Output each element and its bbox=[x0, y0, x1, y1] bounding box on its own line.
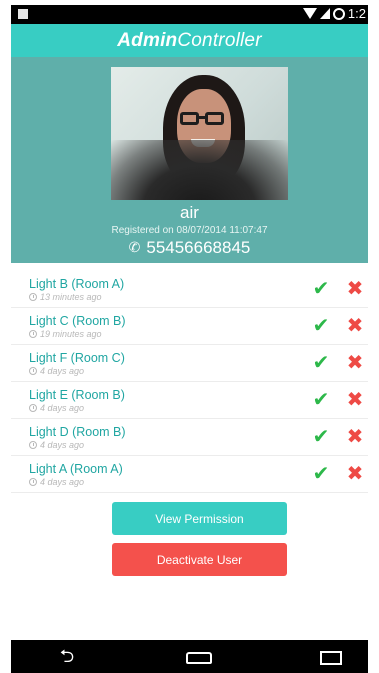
notification-icon bbox=[18, 9, 28, 19]
app-title: AdminController bbox=[117, 30, 261, 52]
app-title-bold: Admin bbox=[117, 29, 178, 51]
wifi-icon bbox=[302, 8, 317, 19]
request-time: 4 days ago bbox=[29, 366, 84, 376]
request-title: Light D (Room B) bbox=[29, 425, 126, 439]
request-list: Light B (Room A) 13 minutes ago ✔ ✖ Ligh… bbox=[11, 271, 368, 493]
app-bar: AdminController bbox=[11, 24, 368, 57]
recent-apps-icon[interactable] bbox=[320, 651, 342, 665]
request-time-label: 13 minutes ago bbox=[40, 292, 102, 302]
deny-close-icon[interactable]: ✖ bbox=[345, 426, 365, 446]
signal-icon bbox=[319, 8, 330, 19]
request-time: 19 minutes ago bbox=[29, 329, 102, 339]
request-time-label: 19 minutes ago bbox=[40, 329, 102, 339]
back-icon[interactable]: ⮌ bbox=[55, 648, 79, 666]
approve-checkmark-icon[interactable]: ✔ bbox=[311, 389, 331, 409]
deny-close-icon[interactable]: ✖ bbox=[345, 389, 365, 409]
deactivate-user-button[interactable]: Deactivate User bbox=[112, 543, 287, 576]
user-name: air bbox=[180, 203, 199, 222]
approve-checkmark-icon[interactable]: ✔ bbox=[311, 426, 331, 446]
phone-number: 55456668845 bbox=[146, 238, 251, 257]
request-time: 13 minutes ago bbox=[29, 292, 102, 302]
request-time-label: 4 days ago bbox=[40, 477, 85, 487]
request-title: Light A (Room A) bbox=[29, 462, 123, 476]
clock-icon bbox=[29, 367, 37, 375]
request-time: 4 days ago bbox=[29, 440, 84, 450]
list-item: Light D (Room B) 4 days ago ✔ ✖ bbox=[11, 419, 368, 456]
approve-checkmark-icon[interactable]: ✔ bbox=[311, 315, 331, 335]
frame-right bbox=[368, 0, 379, 673]
clock-icon bbox=[29, 293, 37, 301]
status-bar: 1:2 bbox=[11, 5, 368, 24]
deny-close-icon[interactable]: ✖ bbox=[345, 352, 365, 372]
request-time-label: 4 days ago bbox=[40, 440, 85, 450]
list-item: Light F (Room C) 4 days ago ✔ ✖ bbox=[11, 345, 368, 382]
user-photo bbox=[111, 67, 288, 200]
profile-header: air Registered on 08/07/2014 11:07:47 ✆ … bbox=[11, 57, 368, 263]
list-item: Light B (Room A) 13 minutes ago ✔ ✖ bbox=[11, 271, 368, 308]
registration-date: Registered on 08/07/2014 11:07:47 bbox=[111, 225, 268, 236]
battery-icon bbox=[332, 7, 345, 20]
list-item: Light E (Room B) 4 days ago ✔ ✖ bbox=[11, 382, 368, 419]
clock-icon bbox=[29, 404, 37, 412]
request-time: 4 days ago bbox=[29, 477, 84, 487]
clock-icon bbox=[29, 330, 37, 338]
deny-close-icon[interactable]: ✖ bbox=[345, 278, 365, 298]
frame-left bbox=[0, 0, 11, 673]
request-title: Light C (Room B) bbox=[29, 314, 126, 328]
home-icon[interactable] bbox=[186, 652, 212, 664]
phone-icon: ✆ bbox=[128, 240, 141, 256]
status-time: 1:2 bbox=[347, 6, 366, 21]
request-title: Light B (Room A) bbox=[29, 277, 125, 291]
clock-icon bbox=[29, 478, 37, 486]
system-nav-bar: ⮌ bbox=[11, 640, 368, 673]
approve-checkmark-icon[interactable]: ✔ bbox=[311, 352, 331, 372]
deny-close-icon[interactable]: ✖ bbox=[345, 315, 365, 335]
app-title-regular: Controller bbox=[177, 29, 262, 51]
deny-close-icon[interactable]: ✖ bbox=[345, 463, 365, 483]
request-time-label: 4 days ago bbox=[40, 403, 85, 413]
clock-icon bbox=[29, 441, 37, 449]
list-item: Light A (Room A) 4 days ago ✔ ✖ bbox=[11, 456, 368, 493]
approve-checkmark-icon[interactable]: ✔ bbox=[311, 278, 331, 298]
view-permission-button[interactable]: View Permission bbox=[112, 502, 287, 535]
approve-checkmark-icon[interactable]: ✔ bbox=[311, 463, 331, 483]
request-time: 4 days ago bbox=[29, 403, 84, 413]
request-time-label: 4 days ago bbox=[40, 366, 85, 376]
request-title: Light E (Room B) bbox=[29, 388, 125, 402]
request-title: Light F (Room C) bbox=[29, 351, 125, 365]
phone-row: ✆ 55456668845 bbox=[11, 238, 368, 258]
status-right: 1:2 bbox=[302, 6, 366, 21]
list-item: Light C (Room B) 19 minutes ago ✔ ✖ bbox=[11, 308, 368, 345]
